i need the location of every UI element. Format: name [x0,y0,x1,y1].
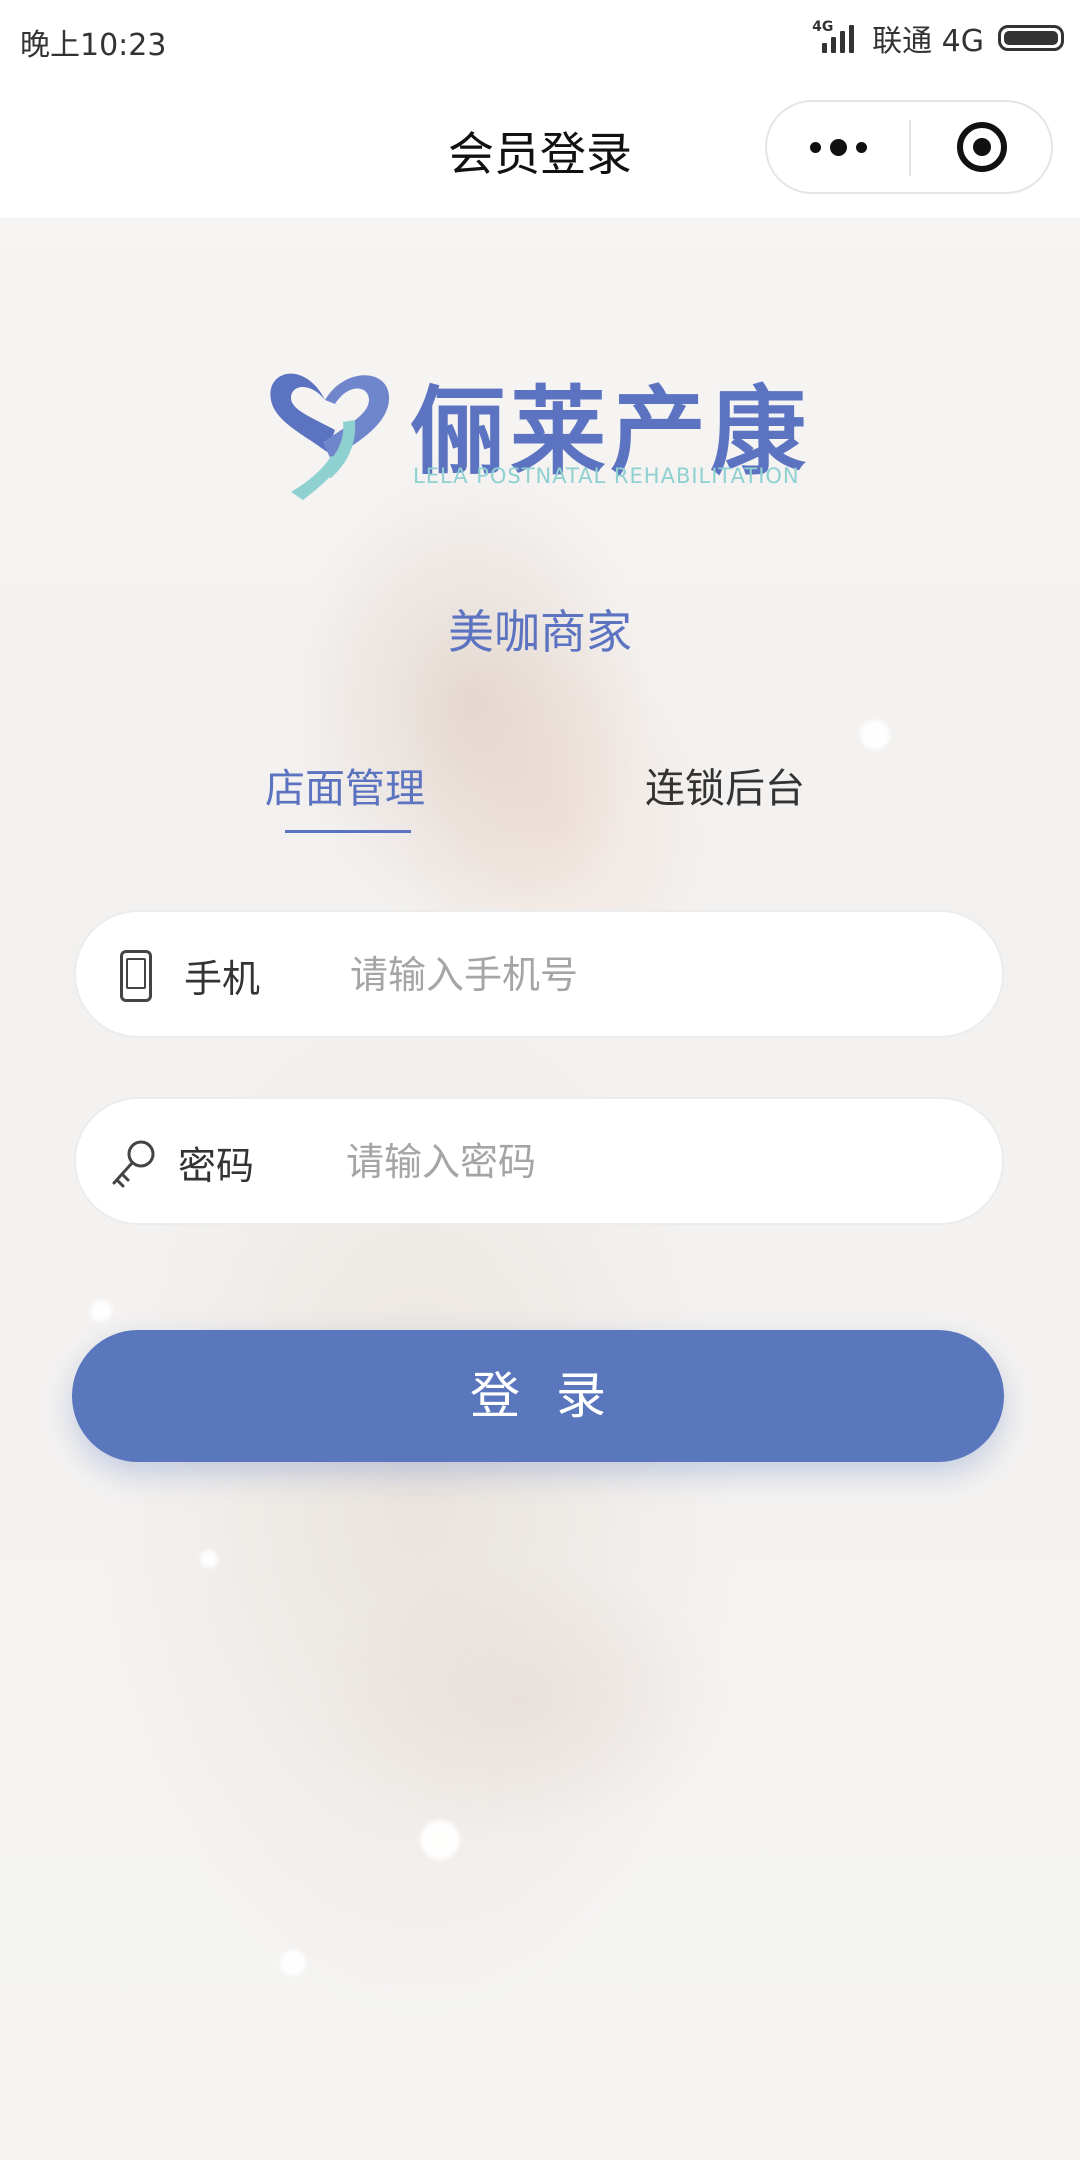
password-field: 密码 [74,1097,1004,1225]
password-input[interactable] [344,1125,948,1199]
brand-english-name: LELA POSTNATAL REHABILITATION [413,464,800,488]
phone-icon [120,950,152,1002]
nav-bar: 会员登录 [0,76,1080,218]
brand-logo: 俪莱产康 LELA POSTNATAL REHABILITATION [265,360,825,500]
more-icon [855,141,867,153]
phone-input[interactable] [348,938,952,1012]
battery-icon [998,25,1064,51]
signal-bar [840,31,846,53]
login-button[interactable]: 登录 [72,1330,1004,1462]
carrier-label: 联通 4G [872,24,984,59]
mini-program-capsule [765,100,1053,194]
target-icon [957,122,1007,172]
phone-label: 手机 [184,957,261,1001]
signal-icon: 4G [812,19,858,55]
signal-bar [822,43,828,53]
status-bar: 晚上10:23 4G 联通 4G [0,0,1080,76]
tab-store-management[interactable]: 店面管理 [260,756,430,814]
signal-bar [831,37,837,53]
sparkle [280,1950,306,1976]
phone-field: 手机 [74,910,1004,1038]
status-indicators: 4G 联通 4G [812,16,1064,60]
signal-bar [849,25,855,53]
more-button[interactable] [767,102,909,192]
status-time: 晚上10:23 [20,28,167,63]
sparkle [90,1300,112,1322]
sparkle [200,1550,218,1568]
more-icon [829,138,847,156]
key-icon [112,1140,155,1188]
network-badge: 4G [812,19,834,35]
sparkle [420,1820,460,1860]
tab-chain-backend[interactable]: 连锁后台 [630,756,820,814]
sparkle [860,720,890,750]
background-photo [0,0,1080,2160]
password-label: 密码 [178,1144,255,1188]
heart-ribbon-icon [270,373,390,500]
close-button[interactable] [911,102,1053,192]
active-tab-indicator [285,830,411,833]
more-icon [809,141,821,153]
merchant-title: 美咖商家 [448,605,632,659]
